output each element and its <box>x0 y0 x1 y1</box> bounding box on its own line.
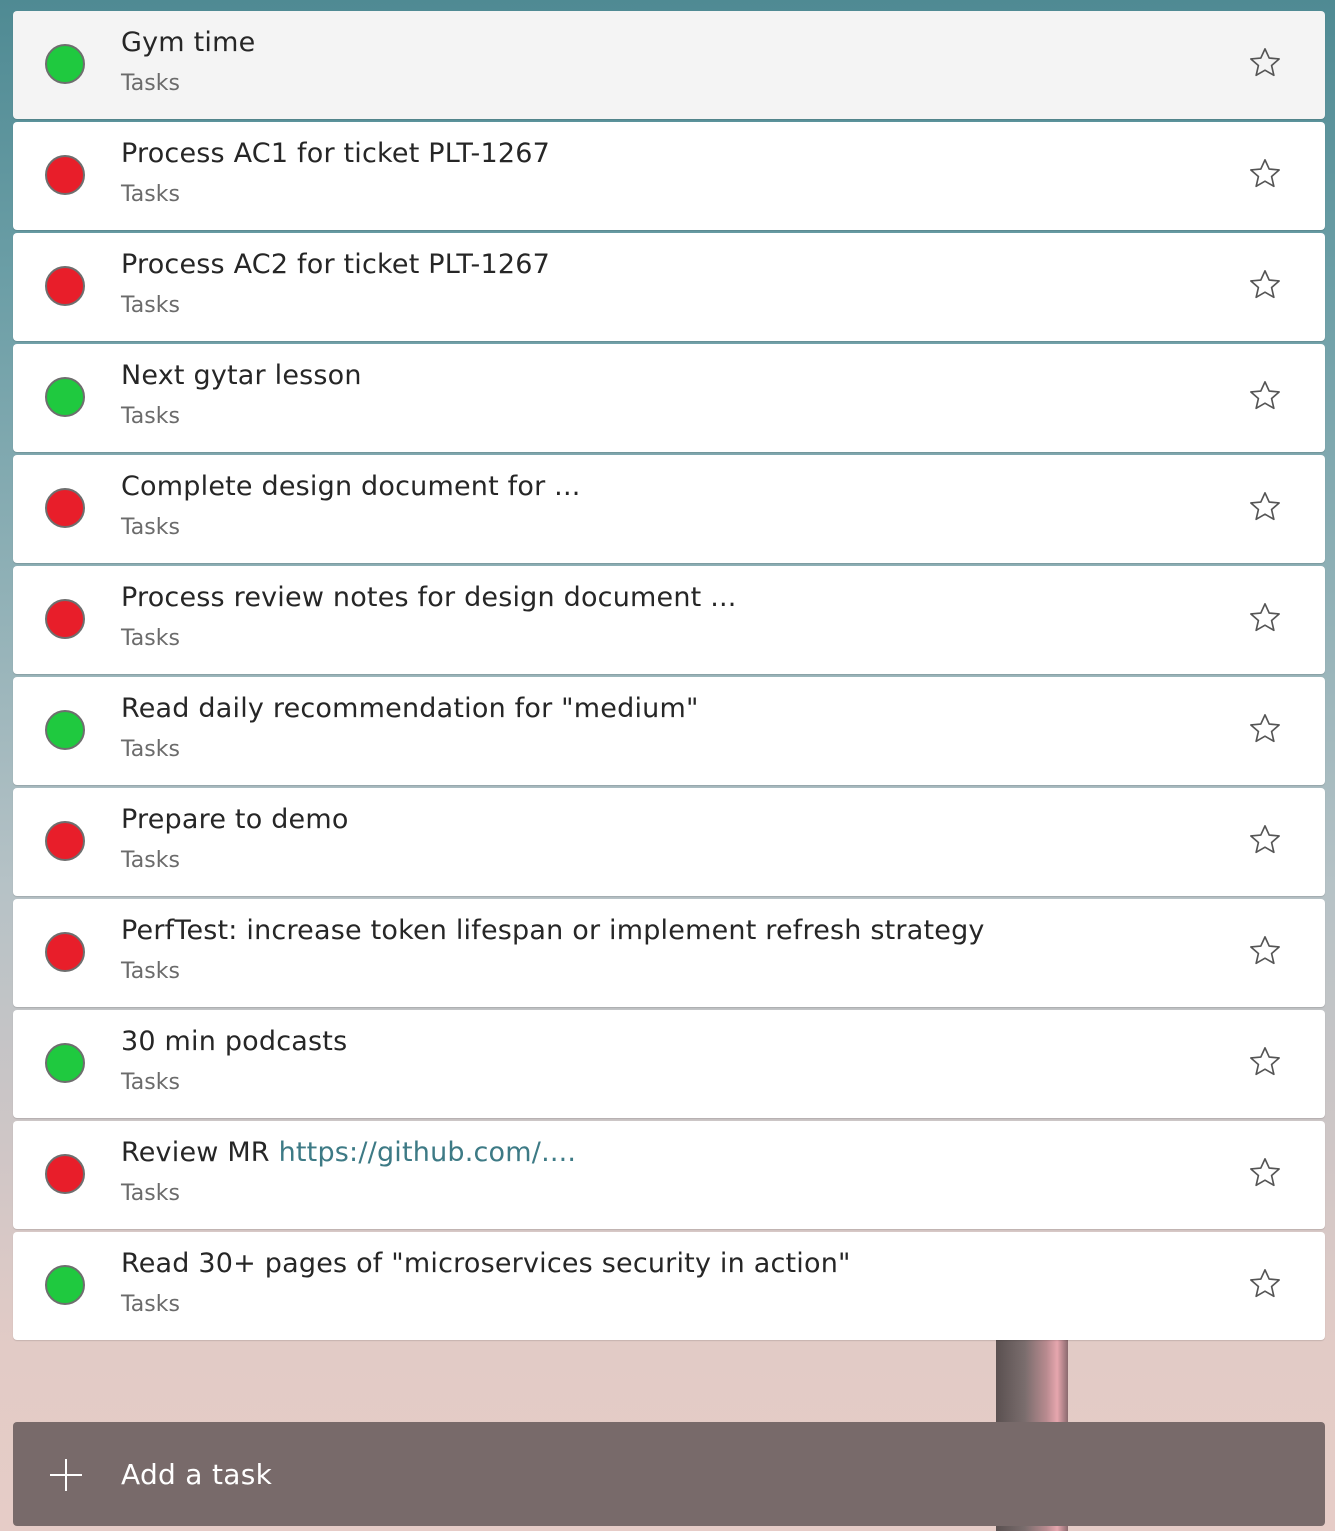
status-circle-icon[interactable] <box>45 44 85 84</box>
task-list-label: Tasks <box>121 293 180 318</box>
task-list-label: Tasks <box>121 626 180 651</box>
task-list-label: Tasks <box>121 1292 180 1317</box>
task-row[interactable]: Review MR https://github.com/.... Tasks <box>13 1121 1325 1229</box>
task-title: Complete design document for ... <box>121 471 581 502</box>
task-title: Read 30+ pages of "microservices securit… <box>121 1248 851 1279</box>
task-row[interactable]: Process review notes for design document… <box>13 566 1325 674</box>
status-circle-icon[interactable] <box>45 1043 85 1083</box>
star-icon[interactable] <box>1247 156 1283 192</box>
task-title: Review MR https://github.com/.... <box>121 1137 576 1168</box>
add-task-button[interactable]: Add a task <box>13 1422 1325 1526</box>
task-title: Process AC2 for ticket PLT-1267 <box>121 249 550 280</box>
star-icon[interactable] <box>1247 822 1283 858</box>
task-list-label: Tasks <box>121 1181 180 1206</box>
task-list-label: Tasks <box>121 1070 180 1095</box>
task-row[interactable]: Read 30+ pages of "microservices securit… <box>13 1232 1325 1340</box>
status-circle-icon[interactable] <box>45 377 85 417</box>
add-task-label: Add a task <box>121 1458 273 1491</box>
task-title: Prepare to demo <box>121 804 349 835</box>
task-row[interactable]: Prepare to demo Tasks <box>13 788 1325 896</box>
task-list-label: Tasks <box>121 404 180 429</box>
task-row[interactable]: Gym time Tasks <box>13 11 1325 119</box>
task-row[interactable]: Read daily recommendation for "medium" T… <box>13 677 1325 785</box>
task-list-label: Tasks <box>121 515 180 540</box>
task-title: Read daily recommendation for "medium" <box>121 693 699 724</box>
star-icon[interactable] <box>1247 600 1283 636</box>
task-list-label: Tasks <box>121 182 180 207</box>
task-title: 30 min podcasts <box>121 1026 348 1057</box>
status-circle-icon[interactable] <box>45 155 85 195</box>
task-title: Gym time <box>121 27 256 58</box>
star-icon[interactable] <box>1247 1044 1283 1080</box>
status-circle-icon[interactable] <box>45 932 85 972</box>
task-title-text: Review MR <box>121 1137 279 1168</box>
status-circle-icon[interactable] <box>45 599 85 639</box>
task-list-label: Tasks <box>121 959 180 984</box>
task-title: Next gytar lesson <box>121 360 362 391</box>
task-row[interactable]: Next gytar lesson Tasks <box>13 344 1325 452</box>
star-icon[interactable] <box>1247 45 1283 81</box>
star-icon[interactable] <box>1247 1155 1283 1191</box>
task-list: Gym time Tasks Process AC1 for ticket PL… <box>13 11 1325 1343</box>
task-row[interactable]: Complete design document for ... Tasks <box>13 455 1325 563</box>
star-icon[interactable] <box>1247 1266 1283 1302</box>
status-circle-icon[interactable] <box>45 710 85 750</box>
task-title: PerfTest: increase token lifespan or imp… <box>121 915 985 946</box>
task-link[interactable]: https://github.com/.... <box>279 1137 577 1168</box>
status-circle-icon[interactable] <box>45 1154 85 1194</box>
star-icon[interactable] <box>1247 489 1283 525</box>
task-row[interactable]: Process AC2 for ticket PLT-1267 Tasks <box>13 233 1325 341</box>
task-row[interactable]: 30 min podcasts Tasks <box>13 1010 1325 1118</box>
task-row[interactable]: Process AC1 for ticket PLT-1267 Tasks <box>13 122 1325 230</box>
status-circle-icon[interactable] <box>45 821 85 861</box>
task-list-label: Tasks <box>121 737 180 762</box>
task-title: Process AC1 for ticket PLT-1267 <box>121 138 550 169</box>
plus-icon <box>50 1459 82 1491</box>
task-title: Process review notes for design document… <box>121 582 737 613</box>
task-row[interactable]: PerfTest: increase token lifespan or imp… <box>13 899 1325 1007</box>
status-circle-icon[interactable] <box>45 1265 85 1305</box>
task-list-label: Tasks <box>121 848 180 873</box>
status-circle-icon[interactable] <box>45 266 85 306</box>
star-icon[interactable] <box>1247 378 1283 414</box>
status-circle-icon[interactable] <box>45 488 85 528</box>
task-list-label: Tasks <box>121 71 180 96</box>
star-icon[interactable] <box>1247 933 1283 969</box>
star-icon[interactable] <box>1247 267 1283 303</box>
star-icon[interactable] <box>1247 711 1283 747</box>
